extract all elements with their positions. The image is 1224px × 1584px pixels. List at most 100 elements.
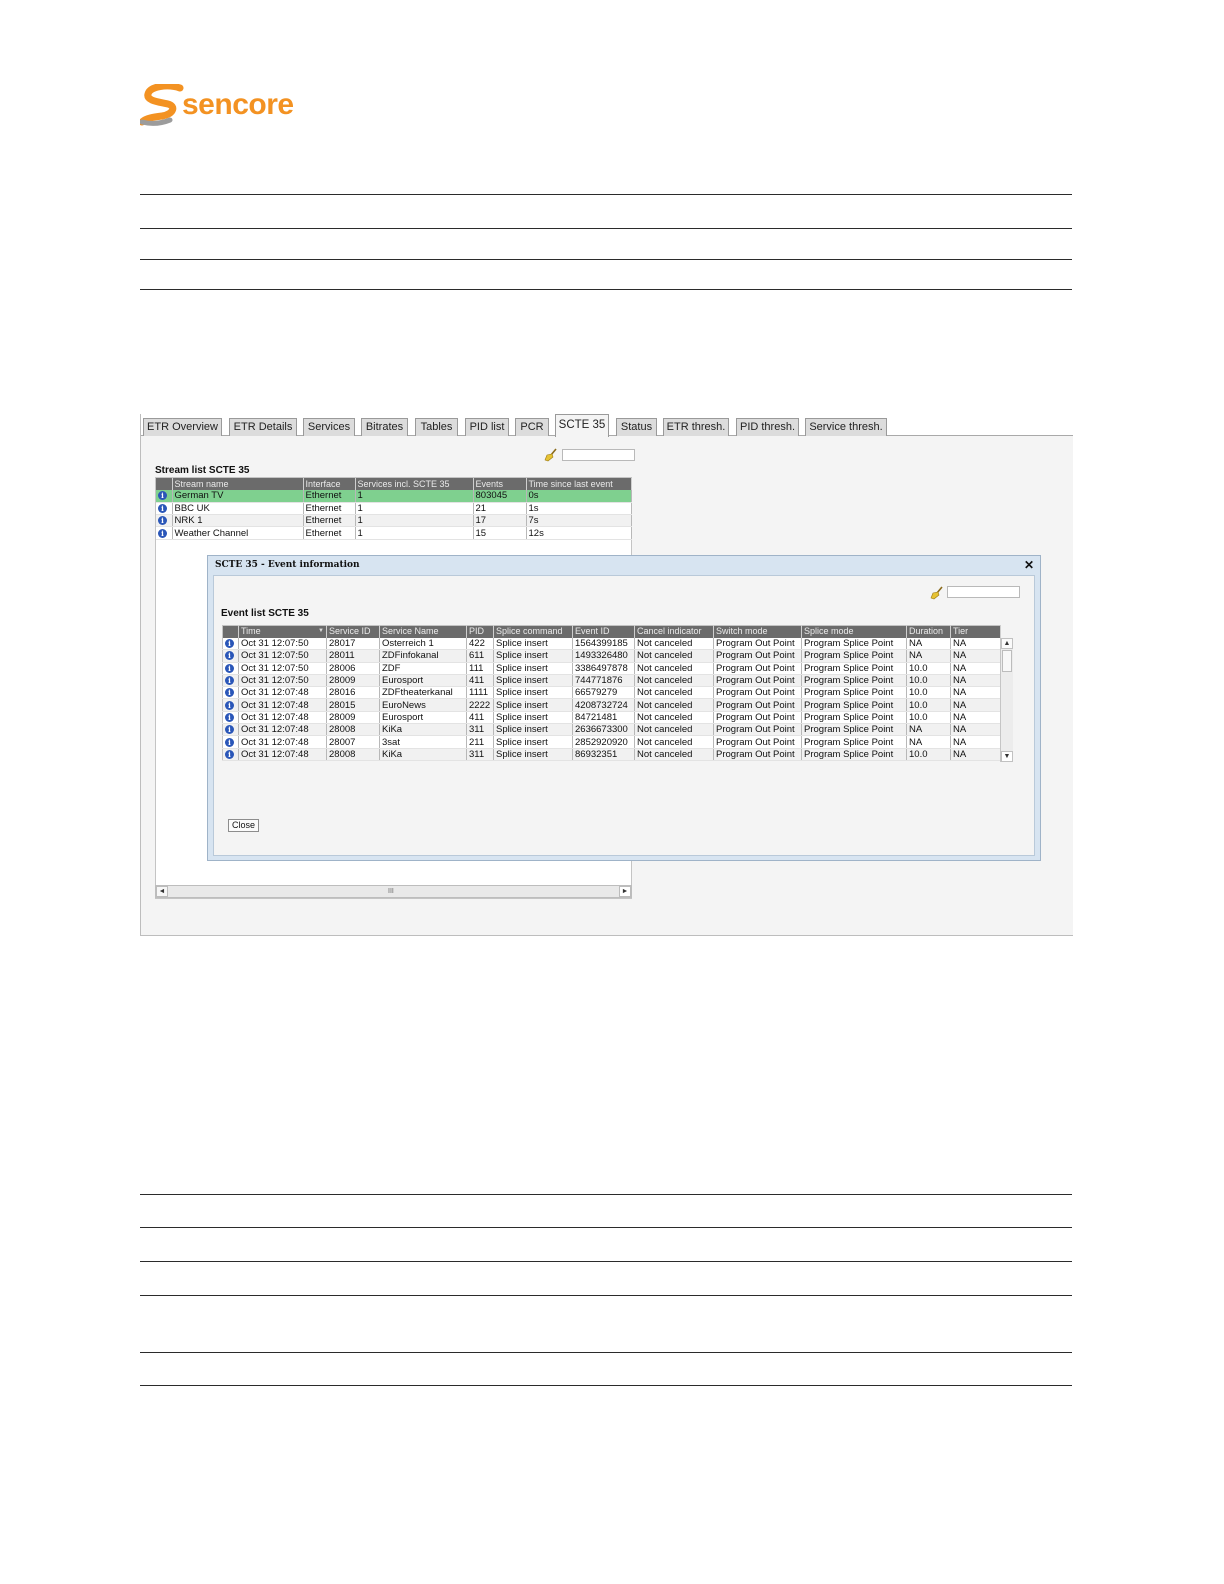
info-icon[interactable]: i [225,688,234,698]
scroll-right-button[interactable]: ► [619,886,631,897]
tab-pid-list[interactable]: PID list [465,418,509,436]
service-id-cell: 28007 [326,735,380,749]
sencore-logo-mark [140,84,184,126]
stream-row[interactable]: i NRK 1 Ethernet 1 17 7s [156,514,632,528]
col-switch-mode[interactable]: Switch mode [713,625,802,638]
broom-icon[interactable] [544,448,558,462]
col-pid[interactable]: PID [466,625,494,638]
event-row[interactable]: i Oct 31 12:07:48 28015 EuroNews 2222 Splice … [222,698,1001,712]
event-row[interactable]: i Oct 31 12:07:48 28009 Eurosport 411 Splice … [222,711,1001,725]
service-name-cell: ZDFtheaterkanal [379,686,467,700]
info-icon[interactable]: i [225,700,234,710]
tab-etr-details[interactable]: ETR Details [229,418,297,436]
scroll-thumb[interactable] [1002,650,1012,672]
info-icon[interactable]: i [225,676,234,686]
info-icon[interactable]: i [225,712,234,722]
service-id-cell: 28009 [326,674,380,688]
sort-desc-icon: ▼ [318,628,324,635]
tab-scte35[interactable]: SCTE 35 [555,414,609,437]
col-duration[interactable]: Duration [906,625,951,638]
broom-icon[interactable] [930,586,944,600]
event-row[interactable]: i Oct 31 12:07:50 28009 Eurosport 411 Splice … [222,674,1001,688]
info-icon[interactable]: i [225,651,234,661]
col-interface[interactable]: Interface [303,478,356,490]
interface-cell: Ethernet [303,514,356,528]
cancel-indicator-cell: Not canceled [634,649,714,663]
event-row[interactable]: i Oct 31 12:07:50 28006 ZDF 111 Splice insert… [222,662,1001,675]
tab-bitrates[interactable]: Bitrates [361,418,408,436]
tab-pid-thresh[interactable]: PID thresh. [736,418,799,436]
cancel-indicator-cell: Not canceled [634,748,714,761]
info-icon[interactable]: i [158,503,167,513]
info-icon[interactable]: i [225,749,234,759]
service-id-cell: 28009 [326,711,380,725]
event-filter-input[interactable] [947,586,1020,598]
event-row[interactable]: i Oct 31 12:07:50 28017 Osterreich 1 422 Spli… [222,637,1001,651]
scroll-down-button[interactable]: ▼ [1001,751,1013,762]
col-stream-name[interactable]: Stream name [172,478,304,490]
cancel-indicator-cell: Not canceled [634,711,714,725]
event-row[interactable]: i Oct 31 12:07:48 28008 KiKa 311 Splice inser… [222,723,1001,737]
stream-filter-input[interactable] [562,449,635,461]
info-icon[interactable]: i [225,663,234,673]
tab-services[interactable]: Services [303,418,355,436]
close-button[interactable]: Close [228,819,260,832]
service-name-cell: ZDF [379,662,467,675]
duration-cell: NA [906,735,951,749]
splice-command-cell: Splice insert [493,748,573,761]
duration-cell: 10.0 [906,698,951,712]
col-tier[interactable]: Tier [950,625,1001,638]
col-service-name[interactable]: Service Name [379,625,467,638]
table-rule-5 [140,1352,1072,1353]
time-cell: Oct 31 12:07:48 [238,748,327,761]
tab-tables[interactable]: Tables [415,418,458,436]
info-icon[interactable]: i [158,491,167,501]
col-events[interactable]: Events [473,478,527,490]
logo-wordmark: sencore [182,88,294,121]
stream-row[interactable]: i German TV Ethernet 1 803045 0s [156,490,632,503]
info-icon[interactable]: i [158,516,167,526]
event-row[interactable]: i Oct 31 12:07:48 28008 KiKa 311 Splice inser… [222,748,1001,761]
events-cell: 803045 [473,490,527,503]
scroll-left-button[interactable]: ◄ [156,886,168,897]
splice-mode-cell: Program Splice Point [801,698,907,712]
splice-mode-cell: Program Splice Point [801,723,907,737]
scroll-up-button[interactable]: ▲ [1001,638,1013,649]
switch-mode-cell: Program Out Point [713,686,802,700]
col-services-incl[interactable]: Services incl. SCTE 35 [355,478,474,490]
info-icon[interactable]: i [225,737,234,747]
info-icon[interactable]: i [158,528,167,538]
col-time[interactable]: Time ▼ [238,625,327,638]
col-cancel-indicator[interactable]: Cancel indicator [634,625,714,638]
info-icon[interactable]: i [225,725,234,735]
col-event-id[interactable]: Event ID [572,625,635,638]
event-row[interactable]: i Oct 31 12:07:50 28011 ZDFinfokanal 611 Spli… [222,649,1001,663]
event-id-cell: 2852920920 [572,735,635,749]
col-splice-command[interactable]: Splice command [493,625,573,638]
switch-mode-cell: Program Out Point [713,735,802,749]
col-time-since[interactable]: Time since last event [526,478,632,490]
dialog-close-icon[interactable]: ✕ [1024,558,1034,572]
tab-etr-thresh[interactable]: ETR thresh. [663,418,729,436]
event-row[interactable]: i Oct 31 12:07:48 28007 3sat 211 Splice inser… [222,735,1001,749]
col-splice-mode[interactable]: Splice mode [801,625,907,638]
stream-row[interactable]: i BBC UK Ethernet 1 21 1s [156,502,632,516]
scroll-grip[interactable]: III [388,886,394,897]
tab-service-thresh[interactable]: Service thresh. [805,418,887,436]
stream-horizontal-scrollbar[interactable]: ◄ III ► [155,885,632,898]
cancel-indicator-cell: Not canceled [634,735,714,749]
col-service-id[interactable]: Service ID [326,625,380,638]
tab-etr-overview[interactable]: ETR Overview [143,418,222,436]
info-icon[interactable]: i [225,638,234,648]
switch-mode-cell: Program Out Point [713,637,802,651]
event-vertical-scrollbar[interactable]: ▲ ▼ [1000,638,1013,762]
tab-pcr[interactable]: PCR [515,418,549,436]
tier-cell: NA [950,637,1001,651]
event-row[interactable]: i Oct 31 12:07:48 28016 ZDFtheaterkanal 1111… [222,686,1001,700]
events-cell: 17 [473,514,527,528]
service-name-cell: 3sat [379,735,467,749]
service-id-cell: 28017 [326,637,380,651]
time-cell: Oct 31 12:07:48 [238,735,327,749]
stream-row[interactable]: i Weather Channel Ethernet 1 15 12s [156,526,632,540]
tab-status[interactable]: Status [616,418,657,436]
